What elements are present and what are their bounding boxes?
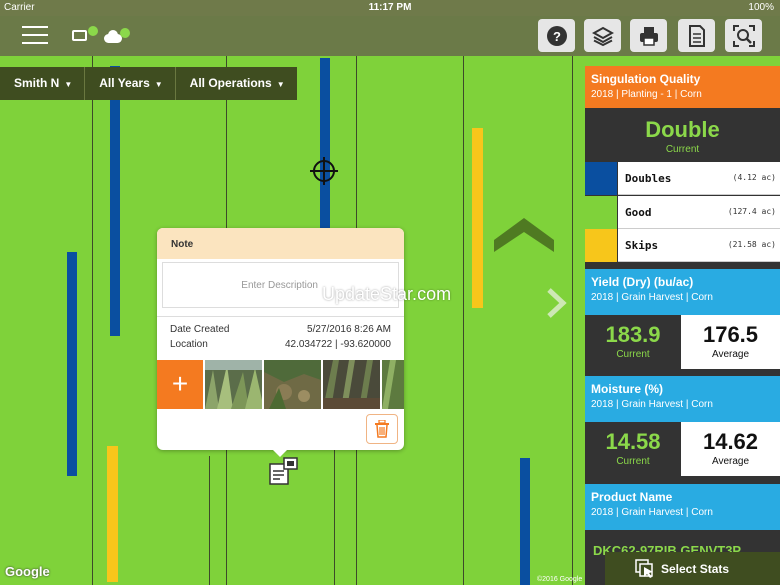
watermark-text: UpdateStar.com: [322, 284, 452, 304]
doubles-stripe: [110, 66, 120, 336]
yield-header[interactable]: Yield (Dry) (bu/ac) 2018 | Grain Harvest…: [585, 269, 780, 315]
document-icon: [688, 24, 705, 47]
moisture-subtitle: 2018 | Grain Harvest | Corn: [591, 399, 713, 410]
crosshair-icon: [310, 157, 338, 185]
moisture-title: Moisture (%): [591, 382, 663, 396]
location-row: Location 42.034722 | -93.620000: [170, 339, 391, 350]
note-popup: Note Enter Description Date Created 5/27…: [157, 228, 404, 450]
status-time: 11:17 PM: [368, 2, 412, 13]
yield-current: 183.9 Current: [585, 315, 681, 369]
legend-skips[interactable]: Skips (21.58 ac): [585, 229, 780, 262]
layers-button[interactable]: [584, 19, 621, 52]
years-filter[interactable]: All Years ▼: [85, 67, 176, 100]
help-button[interactable]: ?: [538, 19, 575, 52]
chevron-down-icon: ▼: [276, 80, 285, 89]
report-button[interactable]: [678, 19, 715, 52]
add-photo-button[interactable]: +: [157, 360, 203, 409]
moisture-header[interactable]: Moisture (%) 2018 | Grain Harvest | Corn: [585, 376, 780, 422]
chevron-down-icon: ▼: [154, 80, 163, 89]
yield-subtitle: 2018 | Grain Harvest | Corn: [591, 292, 713, 303]
yield-average: 176.5 Average: [681, 315, 780, 369]
singulation-subtitle: 2018 | Planting - 1 | Corn: [591, 89, 702, 100]
photo-thumbnail[interactable]: [205, 360, 262, 409]
legend-swatch: [585, 196, 617, 229]
singulation-header[interactable]: Singulation Quality 2018 | Planting - 1 …: [585, 66, 780, 108]
legend-good[interactable]: Good (127.4 ac): [585, 196, 780, 229]
select-stats-button[interactable]: Select Stats: [605, 552, 780, 585]
print-icon: [639, 26, 658, 46]
next-chevron-icon[interactable]: [545, 288, 569, 318]
map-copyright: ©2016 Google: [537, 576, 583, 583]
product-subtitle: 2018 | Grain Harvest | Corn: [591, 507, 713, 518]
svg-text:?: ?: [553, 29, 561, 44]
note-popup-tail: [272, 449, 288, 457]
stats-panel: Singulation Quality 2018 | Planting - 1 …: [585, 66, 780, 585]
help-icon: ?: [546, 25, 567, 46]
note-title: Note: [157, 228, 404, 259]
singulation-current: Double Current: [585, 108, 780, 160]
date-created-row: Date Created 5/27/2016 8:26 AM: [170, 324, 391, 335]
battery-label: 100%: [748, 2, 774, 13]
photo-thumbnail[interactable]: [382, 360, 404, 409]
print-button[interactable]: [630, 19, 667, 52]
layers-icon: [591, 26, 614, 46]
legend-swatch: [585, 229, 617, 262]
product-header[interactable]: Product Name 2018 | Grain Harvest | Corn: [585, 484, 780, 530]
doubles-stripe: [320, 58, 330, 230]
search-button[interactable]: [725, 19, 762, 52]
client-filter[interactable]: Smith N ▼: [0, 67, 86, 100]
doubles-stripe: [67, 252, 77, 476]
collapse-chevron-icon[interactable]: [494, 218, 554, 252]
doubles-stripe: [520, 458, 530, 585]
hamburger-icon[interactable]: [22, 26, 48, 46]
google-logo: Google: [5, 564, 50, 579]
trash-icon: [375, 420, 389, 438]
select-stats-label: Select Stats: [661, 562, 730, 576]
photo-thumbnail[interactable]: [323, 360, 380, 409]
product-title: Product Name: [591, 490, 673, 504]
location-value: 42.034722 | -93.620000: [284, 339, 391, 350]
legend-swatch: [585, 162, 617, 195]
operations-filter[interactable]: All Operations ▼: [176, 67, 297, 100]
search-icon: [732, 24, 755, 47]
top-toolbar: ?: [0, 16, 780, 56]
photo-thumbnail[interactable]: [264, 360, 321, 409]
moisture-current: 14.58 Current: [585, 422, 681, 476]
skips-stripe: [472, 128, 483, 308]
yield-title: Yield (Dry) (bu/ac): [591, 275, 694, 289]
date-created-value: 5/27/2016 8:26 AM: [307, 324, 391, 335]
delete-note-button[interactable]: [366, 414, 398, 444]
device-sync-icon[interactable]: [72, 26, 98, 42]
cloud-sync-icon[interactable]: [104, 28, 130, 44]
legend-doubles[interactable]: Doubles (4.12 ac): [585, 162, 780, 195]
location-label: Location: [170, 339, 208, 350]
skips-stripe: [107, 446, 118, 582]
singulation-title: Singulation Quality: [591, 72, 701, 86]
select-stats-icon: [635, 559, 653, 578]
date-created-label: Date Created: [170, 324, 230, 335]
status-bar: Carrier 11:17 PM 100%: [0, 0, 780, 16]
note-marker-icon[interactable]: [268, 456, 300, 488]
filter-bar: Smith N ▼ All Years ▼ All Operations ▼: [0, 67, 297, 100]
moisture-average: 14.62 Average: [681, 422, 780, 476]
chevron-down-icon: ▼: [64, 80, 73, 89]
